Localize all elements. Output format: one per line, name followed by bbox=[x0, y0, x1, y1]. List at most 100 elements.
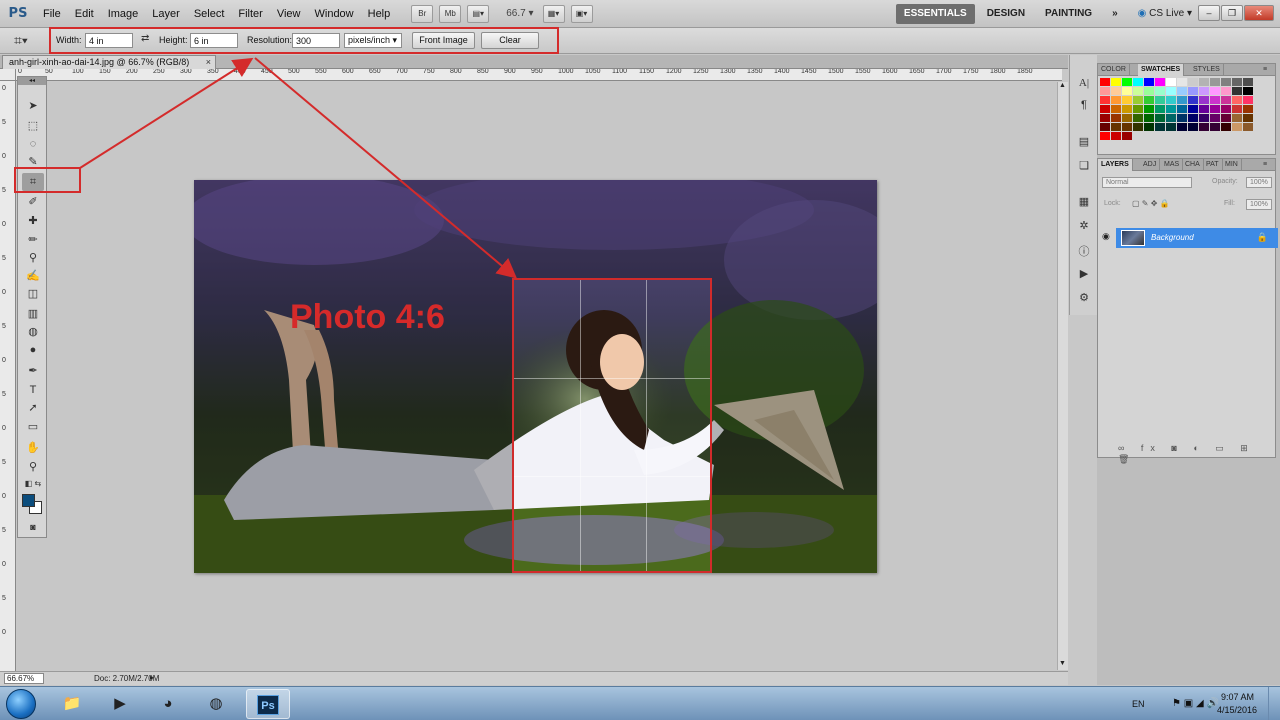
color-swatch[interactable] bbox=[1122, 132, 1132, 140]
color-swatch[interactable] bbox=[1100, 114, 1110, 122]
zoom-tool-icon[interactable]: ⚲ bbox=[22, 458, 44, 476]
path-selection-tool-icon[interactable]: ➚ bbox=[22, 399, 44, 417]
color-swatch[interactable] bbox=[1210, 96, 1220, 104]
bridge-button[interactable]: Br bbox=[411, 4, 434, 23]
blend-mode-select[interactable]: Normal bbox=[1102, 177, 1192, 188]
media-player-icon[interactable]: ▶ bbox=[98, 689, 142, 719]
color-swatch[interactable] bbox=[1111, 114, 1121, 122]
color-swatch[interactable] bbox=[1133, 123, 1143, 131]
gradient-tool-icon[interactable]: ▥ bbox=[22, 305, 44, 323]
tray-icons[interactable]: ⚑ ▣ ◢ 🔊 bbox=[1172, 698, 1219, 709]
color-swatch[interactable] bbox=[1133, 96, 1143, 104]
layer-row-background[interactable]: Background 🔒 bbox=[1116, 228, 1278, 248]
color-swatch[interactable] bbox=[1221, 96, 1231, 104]
minimize-icon[interactable]: – bbox=[1198, 5, 1220, 21]
workspace-essentials[interactable]: ESSENTIALS bbox=[895, 3, 975, 24]
color-swatch[interactable] bbox=[1144, 105, 1154, 113]
menu-filter[interactable]: Filter bbox=[231, 0, 269, 28]
menu-view[interactable]: View bbox=[270, 0, 308, 28]
menu-help[interactable]: Help bbox=[361, 0, 398, 28]
color-swatch[interactable] bbox=[1199, 123, 1209, 131]
pen-tool-icon[interactable]: ✒ bbox=[22, 362, 44, 380]
ruler-origin[interactable] bbox=[0, 69, 16, 81]
color-swatch[interactable] bbox=[1144, 78, 1154, 86]
tab-styles[interactable]: STYLES bbox=[1190, 64, 1224, 76]
color-swatch[interactable] bbox=[1100, 78, 1110, 86]
info-panel-icon[interactable]: ⓘ bbox=[1075, 243, 1093, 259]
language-indicator[interactable]: EN bbox=[1132, 699, 1145, 709]
color-swatch[interactable] bbox=[1177, 78, 1187, 86]
color-swatch[interactable] bbox=[1122, 96, 1132, 104]
color-swatch[interactable] bbox=[1111, 132, 1121, 140]
layers-footer-icons[interactable]: ∞ fx ◙ ◐ ▭ ⊞ 🗑 bbox=[1118, 443, 1275, 465]
clone-source-panel-icon[interactable]: ❏ bbox=[1075, 159, 1093, 175]
color-swatch[interactable] bbox=[1188, 105, 1198, 113]
foreground-color-swatch[interactable] bbox=[22, 494, 35, 507]
menu-image[interactable]: Image bbox=[101, 0, 146, 28]
color-swatch[interactable] bbox=[1111, 105, 1121, 113]
color-swatch[interactable] bbox=[1177, 123, 1187, 131]
close-icon[interactable]: ✕ bbox=[1244, 5, 1274, 21]
quick-mask-icon[interactable]: ◙ bbox=[22, 518, 44, 536]
workspace-design[interactable]: DESIGN bbox=[979, 4, 1033, 24]
color-swatch[interactable] bbox=[1210, 114, 1220, 122]
photoshop-taskbar-button[interactable]: Ps bbox=[246, 689, 290, 719]
lasso-tool-icon[interactable]: ◌ bbox=[22, 135, 44, 153]
color-swatch[interactable] bbox=[1210, 87, 1220, 95]
document-image[interactable]: Photo 4:6 bbox=[194, 180, 877, 573]
healing-brush-tool-icon[interactable]: ✚ bbox=[22, 212, 44, 230]
eyedropper-tool-icon[interactable]: ✐ bbox=[22, 193, 44, 211]
more-workspaces-button[interactable]: » bbox=[1104, 4, 1126, 24]
color-swatch[interactable] bbox=[1243, 105, 1253, 113]
rectangle-tool-icon[interactable]: ▭ bbox=[22, 418, 44, 436]
color-swatch[interactable] bbox=[1122, 123, 1132, 131]
tab-channels[interactable]: CHA bbox=[1182, 159, 1204, 171]
scroll-up-icon[interactable]: ▲ bbox=[1059, 82, 1067, 92]
move-tool-icon[interactable]: ➤ bbox=[22, 97, 44, 115]
menu-file[interactable]: File bbox=[36, 0, 68, 28]
tab-masks[interactable]: MAS bbox=[1161, 159, 1184, 171]
color-swatch[interactable] bbox=[1243, 114, 1253, 122]
color-swatch[interactable] bbox=[1111, 96, 1121, 104]
scroll-down-icon[interactable]: ▼ bbox=[1059, 660, 1067, 670]
show-desktop-button[interactable] bbox=[1268, 687, 1280, 720]
color-swatch[interactable] bbox=[1155, 78, 1165, 86]
color-swatch[interactable] bbox=[1221, 78, 1231, 86]
color-swatch[interactable] bbox=[1188, 87, 1198, 95]
color-swatch[interactable] bbox=[1166, 78, 1176, 86]
character-panel-icon[interactable]: A| bbox=[1075, 77, 1093, 93]
color-swatch[interactable] bbox=[1243, 123, 1253, 131]
clone-stamp-tool-icon[interactable]: ⚲ bbox=[22, 249, 44, 267]
color-swatch[interactable] bbox=[1199, 114, 1209, 122]
clock-time[interactable]: 9:07 AM bbox=[1221, 692, 1254, 702]
history-panel-icon[interactable]: ▤ bbox=[1075, 135, 1093, 151]
menu-window[interactable]: Window bbox=[308, 0, 361, 28]
color-swatch[interactable] bbox=[1155, 105, 1165, 113]
blur-tool-icon[interactable]: ◍ bbox=[22, 323, 44, 341]
color-swatch[interactable] bbox=[1133, 114, 1143, 122]
color-swatch[interactable] bbox=[1199, 78, 1209, 86]
status-zoom-field[interactable]: 66.67% bbox=[4, 673, 44, 684]
color-swatch[interactable] bbox=[1199, 105, 1209, 113]
color-swatch[interactable] bbox=[1210, 105, 1220, 113]
color-swatch[interactable] bbox=[1243, 78, 1253, 86]
color-swatch[interactable] bbox=[1188, 78, 1198, 86]
color-swatch[interactable] bbox=[1199, 96, 1209, 104]
color-swatch[interactable] bbox=[1188, 123, 1198, 131]
color-swatch[interactable] bbox=[1177, 96, 1187, 104]
paragraph-panel-icon[interactable]: ¶ bbox=[1075, 99, 1093, 115]
notes-panel-icon[interactable]: ⚙ bbox=[1075, 291, 1093, 307]
color-swatch[interactable] bbox=[1232, 87, 1242, 95]
eraser-tool-icon[interactable]: ◫ bbox=[22, 285, 44, 303]
menu-layer[interactable]: Layer bbox=[145, 0, 187, 28]
color-swatch[interactable] bbox=[1122, 105, 1132, 113]
color-swatch[interactable] bbox=[1243, 87, 1253, 95]
color-swatch[interactable] bbox=[1232, 114, 1242, 122]
color-swatch[interactable] bbox=[1111, 123, 1121, 131]
dodge-tool-icon[interactable]: ● bbox=[22, 341, 44, 359]
status-menu-arrow-icon[interactable]: ▸ bbox=[150, 673, 154, 682]
color-swatch[interactable] bbox=[1166, 105, 1176, 113]
type-tool-icon[interactable]: T bbox=[22, 381, 44, 399]
color-swatch[interactable] bbox=[1232, 123, 1242, 131]
color-swatch[interactable] bbox=[1177, 105, 1187, 113]
